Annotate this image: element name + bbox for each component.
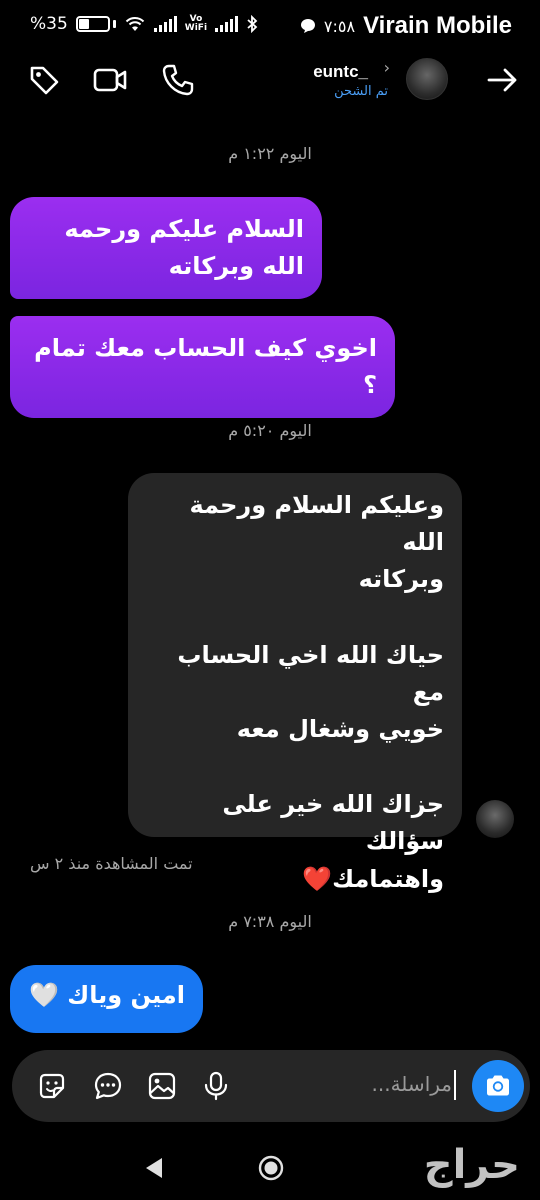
chat-more-icon[interactable] [92, 1070, 124, 1102]
message-line: وعليكم السلام ورحمة الله [189, 491, 444, 557]
sticker-icon[interactable] [36, 1070, 68, 1102]
text-cursor [454, 1070, 456, 1100]
phone-icon[interactable] [160, 62, 196, 98]
date-separator: اليوم ٧:٣٨ م [228, 912, 312, 931]
seen-status: تمت المشاهدة منذ ٢ س [30, 854, 193, 873]
chevron-right-icon[interactable]: › [384, 58, 390, 77]
chat-header: euntc_ › تم الشحن [0, 54, 540, 114]
message-line: وبركاته [358, 565, 444, 594]
avatar[interactable] [406, 58, 448, 100]
status-time: ٧:٥٨ [323, 16, 356, 36]
bluetooth-icon [247, 15, 258, 33]
message-line: خويي وشغال معه [236, 714, 444, 743]
avatar[interactable] [476, 800, 514, 838]
chat-subtitle: تم الشحن [334, 84, 388, 99]
message-composer: مراسلة... [12, 1050, 530, 1122]
wifi-icon [125, 17, 145, 31]
date-separator: اليوم ٥:٢٠ م [228, 421, 312, 440]
sent-message[interactable]: السلام عليكم ورحمه الله وبركاته [10, 197, 322, 300]
back-arrow-icon[interactable] [484, 62, 520, 98]
message-notification-icon [300, 19, 315, 33]
back-nav-icon[interactable] [143, 1156, 165, 1180]
vowifi-indicator: Vo WiFi [184, 14, 208, 33]
gallery-icon[interactable] [146, 1070, 178, 1102]
battery-percent: %35 [30, 14, 68, 34]
sent-message[interactable]: امين وياك 🤍 [10, 965, 203, 1033]
tag-icon[interactable] [26, 62, 62, 98]
system-nav-bar: حراج [0, 1140, 540, 1200]
home-nav-icon[interactable] [257, 1154, 285, 1182]
carrier-name: Virain Mobile [363, 12, 512, 39]
camera-button[interactable] [472, 1060, 524, 1112]
video-call-icon[interactable] [92, 62, 128, 98]
microphone-icon[interactable] [200, 1070, 232, 1102]
date-separator: اليوم ١:٢٢ م [228, 144, 312, 163]
signal-icon-1 [153, 16, 177, 32]
message-input[interactable]: مراسلة... [372, 1072, 452, 1096]
received-message[interactable]: وعليكم السلام ورحمة الله وبركاته حياك ال… [128, 473, 462, 893]
chat-username[interactable]: euntc_ [313, 62, 368, 82]
signal-icon-2 [215, 16, 239, 32]
camera-icon [487, 1075, 509, 1096]
status-bar: %35 Vo WiFi ٧:٥٨ Virain Mobile [0, 0, 540, 54]
message-line: جزاك الله خير على سؤالك [222, 790, 444, 856]
haraj-watermark: حراج [423, 1142, 522, 1188]
battery-icon [75, 16, 116, 32]
message-line: حياك الله اخي الحساب مع [177, 640, 444, 706]
sent-message[interactable]: اخوي كيف الحساب معك تمام ؟ [10, 316, 395, 419]
